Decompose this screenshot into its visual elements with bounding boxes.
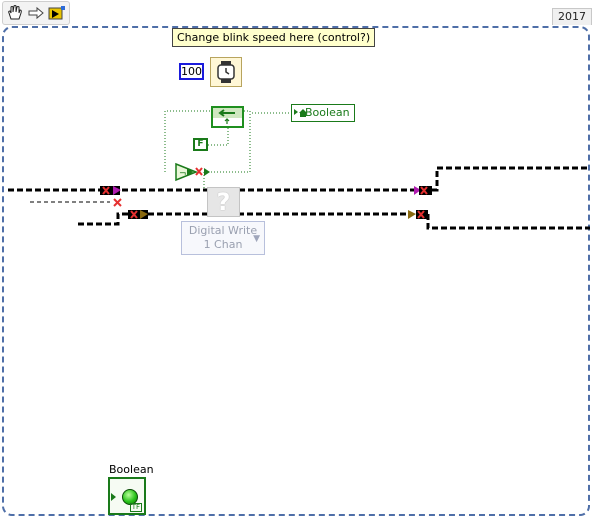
dropdown-arrow-icon: ▼ [253,234,260,244]
false-constant[interactable]: F [193,138,208,151]
boolean-indicator-terminal[interactable]: TF [108,477,146,515]
blink-speed-comment: Change blink speed here (control?) [172,28,376,47]
error-tunnel-left [100,186,121,195]
feedback-node[interactable] [211,106,244,128]
digital-write-polymorphic-selector[interactable]: Digital Write 1 Chan ▼ [181,221,265,255]
wait-ms-function[interactable] [210,57,242,87]
wait-ms-constant[interactable]: 100 [179,63,204,80]
not-function[interactable]: ¬ [175,162,210,182]
digital-write-mode: 1 Chan [203,238,243,251]
missing-subvi-icon[interactable]: ? [207,187,240,217]
feedback-arrow-icon [213,108,242,124]
input-arrow-icon [111,493,116,501]
digital-write-name: Digital Write [188,224,258,237]
svg-text:¬: ¬ [179,169,187,179]
watch-icon [217,61,235,83]
error-tunnel-right [414,186,432,195]
error-cluster-right [408,210,428,219]
boolean-indicator-label: Boolean [109,463,154,476]
block-diagram-wires: ¬ [8,110,590,230]
tf-type-badge: TF [129,503,142,512]
local-variable-house-icon [294,109,307,117]
